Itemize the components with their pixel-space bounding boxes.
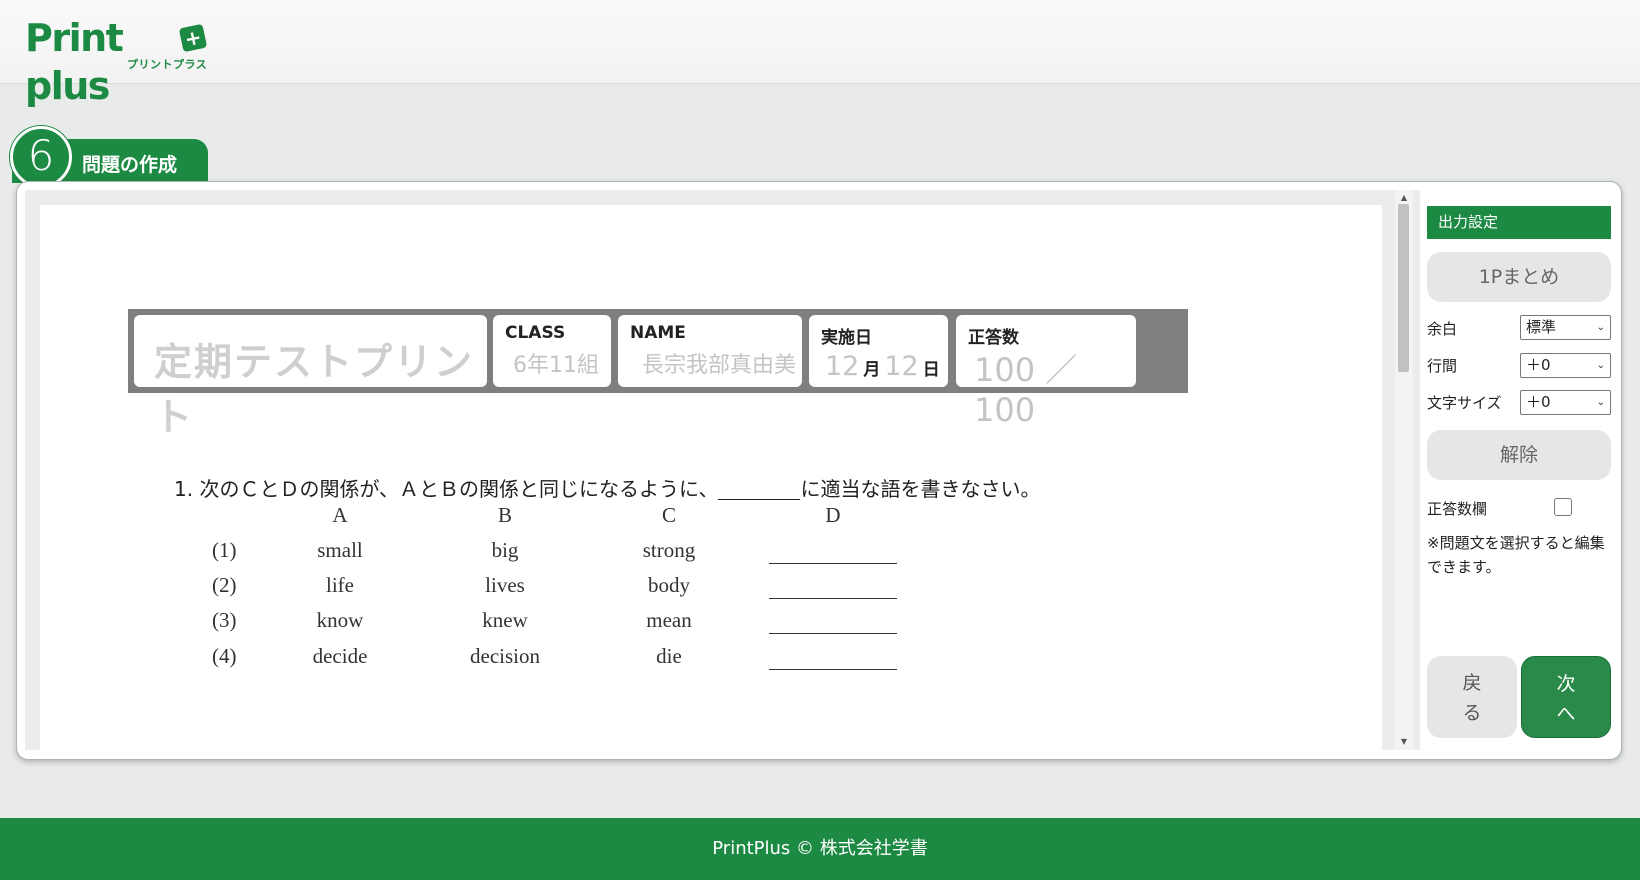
answer-blank [769, 633, 897, 634]
line-spacing-select[interactable]: ＋0 ⌄ [1520, 353, 1611, 378]
question-heading[interactable]: 1. 次のＣとＤの関係が、ＡとＢの関係と同じになるように、 に適当な語を書きなさい… [174, 473, 1040, 502]
row-cell-b[interactable]: lives [445, 573, 565, 598]
row-number: (2) [212, 573, 237, 597]
date-label: 実施日 [821, 328, 872, 348]
step-title: 問題の作成 [82, 154, 178, 176]
name-value[interactable]: 長宗我部真由美 [642, 347, 796, 379]
logo-subtitle: プリントプラス [127, 58, 208, 71]
reset-button[interactable]: 解除 [1427, 430, 1611, 480]
row-cell-a[interactable]: decide [300, 644, 380, 669]
line-spacing-value: ＋0 [1526, 356, 1551, 374]
date-day: 12 [884, 351, 919, 382]
column-header-a: A [332, 503, 348, 527]
row-number: (1) [212, 538, 237, 562]
row-cell-b[interactable]: big [445, 538, 565, 563]
score-value: 100 ／ 100 [974, 351, 1078, 429]
class-box: CLASS 6年11組 [493, 315, 611, 387]
margin-value: 標準 [1526, 318, 1557, 336]
step-number-badge: 6 [10, 126, 72, 188]
settings-title: 出力設定 [1427, 206, 1611, 239]
font-size-value: ＋0 [1526, 393, 1551, 411]
footer: PrintPlus © 株式会社学書 [0, 818, 1640, 880]
line-spacing-label: 行間 [1427, 357, 1458, 375]
month-unit: 月 [863, 360, 881, 380]
preview-scrollbar[interactable]: ▲ ▼ [1395, 190, 1413, 750]
column-header-b: B [497, 503, 512, 527]
row-cell-c[interactable]: die [609, 644, 729, 669]
row-cell-a[interactable]: know [300, 608, 380, 633]
answer-blank [769, 598, 897, 599]
name-box: NAME 長宗我部真由美 [618, 315, 802, 387]
plus-icon: + [178, 23, 208, 53]
date-box: 実施日 12 月 12 日 [809, 315, 948, 387]
score-box: 正答数 100 ／ 100 [956, 315, 1136, 429]
margin-label: 余白 [1427, 320, 1458, 338]
row-cell-c[interactable]: mean [609, 608, 729, 633]
score-field-label: 正答数欄 [1427, 500, 1488, 518]
font-size-label: 文字サイズ [1427, 394, 1502, 412]
row-cell-a[interactable]: life [300, 573, 380, 598]
answer-blank [769, 669, 897, 670]
scroll-thumb[interactable] [1398, 204, 1409, 372]
score-field-checkbox[interactable] [1554, 498, 1572, 516]
chevron-down-icon: ⌄ [1596, 397, 1605, 408]
column-header-c: C [661, 503, 676, 527]
day-unit: 日 [922, 360, 940, 380]
row-cell-a[interactable]: small [300, 538, 380, 563]
class-label: CLASS [505, 323, 566, 343]
next-button[interactable]: 次へ [1521, 656, 1611, 738]
summary-1p-button[interactable]: 1Pまとめ [1427, 252, 1611, 302]
back-button[interactable]: 戻る [1427, 656, 1517, 738]
title-box: 定期テストプリント [134, 315, 487, 439]
margin-select[interactable]: 標準 ⌄ [1520, 315, 1611, 340]
row-cell-b[interactable]: decision [445, 644, 565, 669]
date-value[interactable]: 12 月 12 日 [825, 351, 944, 382]
class-value[interactable]: 6年11組 [513, 347, 599, 379]
font-size-select[interactable]: ＋0 ⌄ [1520, 390, 1611, 415]
scroll-down-arrow-icon[interactable]: ▼ [1399, 737, 1409, 747]
printplus-logo[interactable]: Print plus + プリントプラス [25, 16, 215, 108]
chevron-down-icon: ⌄ [1596, 322, 1605, 333]
row-cell-b[interactable]: knew [445, 608, 565, 633]
column-header-d: D [825, 503, 841, 527]
back-button-label: 戻る [1462, 672, 1482, 724]
chevron-down-icon: ⌄ [1596, 360, 1605, 371]
app-header: Print plus + プリントプラス [0, 0, 1640, 108]
print-preview[interactable]: 定期テストプリント CLASS 6年11組 NAME 長宗我部真由美 実施日 1… [25, 190, 1420, 750]
question-heading-prefix: 1. 次のＣとＤの関係が、ＡとＢの関係と同じになるように、 [174, 477, 719, 501]
row-number: (4) [212, 644, 237, 668]
date-month: 12 [825, 351, 860, 382]
scroll-up-arrow-icon[interactable]: ▲ [1399, 193, 1409, 203]
row-number: (3) [212, 608, 237, 632]
edit-note: ※問題文を選択すると編集できます。 [1427, 534, 1605, 576]
name-label: NAME [630, 323, 686, 343]
print-sheet: 定期テストプリント CLASS 6年11組 NAME 長宗我部真由美 実施日 1… [40, 205, 1382, 750]
row-cell-c[interactable]: body [609, 573, 729, 598]
sheet-header-band: 定期テストプリント CLASS 6年11組 NAME 長宗我部真由美 実施日 1… [128, 309, 1188, 439]
blank-line [718, 482, 801, 500]
output-settings-panel: 出力設定 1Pまとめ 余白 標準 ⌄ 行間 ＋0 ⌄ 文字サイズ ＋0 ⌄ 解除… [1427, 206, 1611, 746]
answer-blank [769, 563, 897, 564]
footer-copyright: PrintPlus © 株式会社学書 [712, 838, 928, 859]
question-heading-suffix: に適当な語を書きなさい。 [800, 477, 1041, 501]
sheet-title[interactable]: 定期テストプリント [154, 331, 487, 441]
row-cell-c[interactable]: strong [609, 538, 729, 563]
next-button-label: 次へ [1556, 673, 1576, 725]
